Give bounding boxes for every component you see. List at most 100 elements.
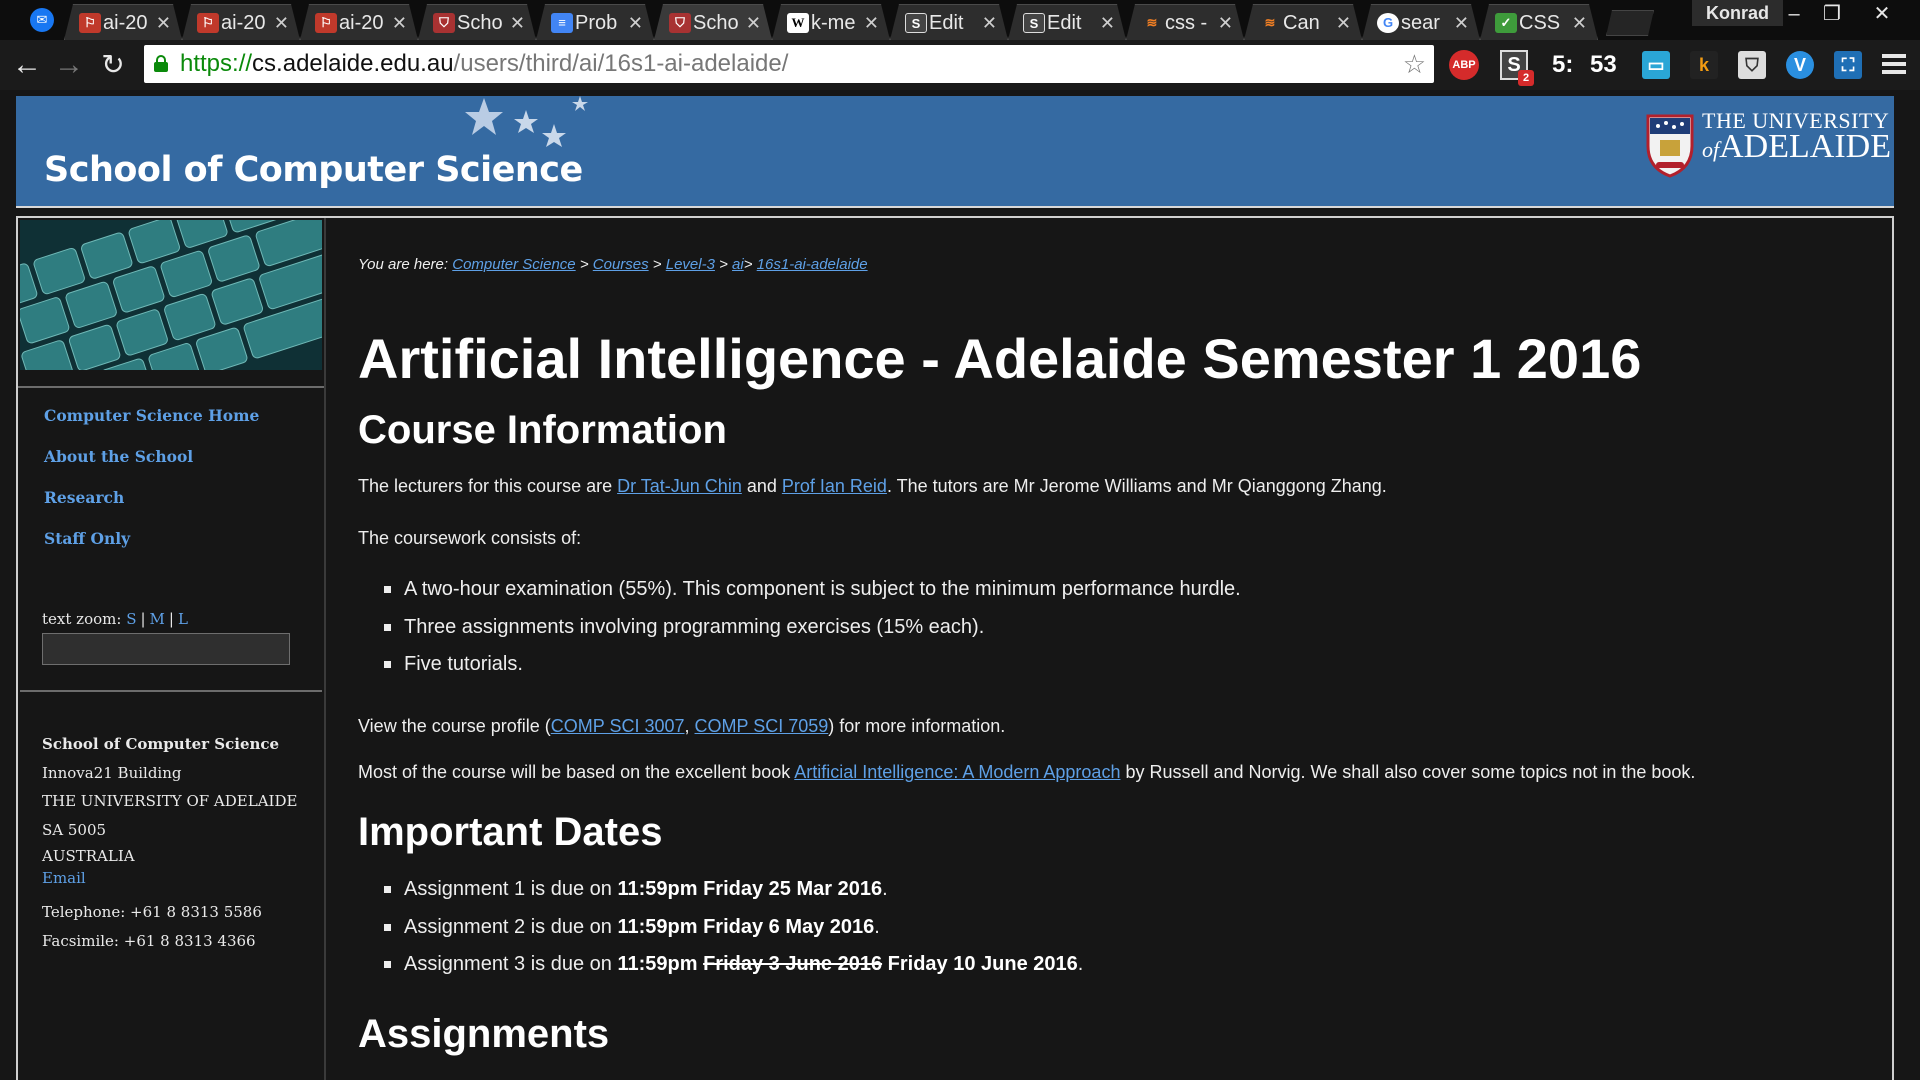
breadcrumb-current[interactable]: 16s1-ai-adelaide [757, 256, 868, 273]
book-text-after: by Russell and Norvig. We shall also cov… [1120, 762, 1696, 782]
tab-label: CSS [1519, 12, 1561, 34]
lecturer-chin-link[interactable]: Dr Tat-Jun Chin [617, 476, 742, 496]
messenger-icon[interactable]: ✉ [30, 8, 54, 32]
site-search-input[interactable] [42, 633, 290, 665]
tab-9[interactable]: S Edit ✕ [1008, 4, 1126, 40]
sidebar-item-research[interactable]: Research [44, 488, 259, 529]
stackoverflow-icon: ≋ [1264, 15, 1276, 30]
tab-5[interactable]: ≡ Prob ✕ [536, 4, 654, 40]
sidebar-divider [18, 386, 324, 388]
close-icon[interactable]: ✕ [274, 5, 289, 40]
bookmark-star-icon[interactable]: ☆ [1403, 49, 1426, 79]
url-path: /users/third/ai/16s1-ai-adelaide/ [453, 50, 789, 77]
zoom-medium-link[interactable]: M [150, 610, 165, 628]
adblock-icon[interactable]: ABP [1449, 50, 1479, 80]
tab-label: Edit [1047, 12, 1082, 34]
assignments-heading: Assignments [358, 1012, 610, 1056]
close-icon[interactable]: ✕ [1454, 5, 1469, 40]
shield-extension-icon[interactable]: ⛉ [1738, 51, 1766, 79]
close-icon[interactable]: ✕ [864, 5, 879, 40]
coursework-list: A two-hour examination (55%). This compo… [384, 576, 1241, 689]
contact-address: School of Computer Science Innova21 Buil… [42, 730, 297, 955]
tab-6-active[interactable]: ⛉ Scho ✕ [654, 4, 772, 40]
tab-2[interactable]: ⚐ ai-20 ✕ [182, 4, 300, 40]
forward-icon[interactable]: → [52, 48, 86, 82]
screenshot-extension-icon[interactable]: ⛶ [1834, 51, 1862, 79]
tab-8[interactable]: S Edit ✕ [890, 4, 1008, 40]
timer-minutes[interactable]: 5: [1552, 48, 1573, 82]
university-name-of: of [1702, 137, 1720, 162]
new-tab-button[interactable] [1606, 10, 1654, 36]
caniuse-icon: ✓ [1495, 13, 1517, 33]
close-icon[interactable]: ✕ [746, 5, 761, 40]
close-icon[interactable]: ✕ [982, 5, 997, 40]
minimize-icon[interactable]: – [1774, 0, 1814, 28]
zoom-large-link[interactable]: L [178, 610, 188, 628]
zoom-small-link[interactable]: S [126, 610, 136, 628]
aima-book-link[interactable]: Artificial Intelligence: A Modern Approa… [794, 762, 1120, 782]
breadcrumb-computer-science[interactable]: Computer Science [452, 256, 575, 273]
lock-icon [154, 55, 168, 72]
restore-icon[interactable]: ❐ [1812, 0, 1852, 28]
close-icon[interactable]: ✕ [156, 5, 171, 40]
breadcrumb-courses[interactable]: Courses [593, 256, 649, 273]
reload-icon[interactable]: ↻ [96, 48, 130, 82]
tab-12[interactable]: Gsear ✕ [1362, 4, 1480, 40]
s-extension-icon[interactable]: S2 [1500, 50, 1534, 86]
close-icon[interactable]: ✕ [1336, 5, 1351, 40]
tab-4[interactable]: ⛉ Scho ✕ [418, 4, 536, 40]
tab-11[interactable]: ≋ Can ✕ [1244, 4, 1362, 40]
window-extension-icon[interactable]: ▭ [1642, 51, 1670, 79]
date-suffix: . [1077, 953, 1084, 975]
breadcrumb-separator: > [743, 256, 753, 273]
sidebar-item-cs-home[interactable]: Computer Science Home [44, 406, 259, 447]
sidebar-item-staff-only[interactable]: Staff Only [44, 529, 259, 570]
comp-sci-3007-link[interactable]: COMP SCI 3007 [551, 716, 685, 736]
profile-text: View the course profile ( [358, 716, 551, 736]
main-content: You are here: Computer Science > Courses… [358, 218, 1878, 1080]
menu-icon[interactable] [1882, 52, 1908, 78]
s-icon: S [905, 13, 927, 33]
back-icon[interactable]: ← [10, 48, 44, 82]
tab-13[interactable]: ✓ CSS ✕ [1480, 4, 1598, 40]
v-extension-icon[interactable]: V [1786, 51, 1814, 79]
shield-icon: ⛉ [669, 13, 691, 33]
close-icon[interactable]: ✕ [392, 5, 407, 40]
close-icon[interactable]: ✕ [1218, 5, 1233, 40]
page-title: Artificial Intelligence - Adelaide Semes… [358, 327, 1642, 390]
tab-label: sear [1401, 12, 1440, 34]
close-icon[interactable]: ✕ [510, 5, 525, 40]
sidebar-item-about[interactable]: About the School [44, 447, 259, 488]
tab-7[interactable]: Wk-me ✕ [772, 4, 890, 40]
tutors-text: . The tutors are Mr Jerome Williams and … [886, 476, 1387, 496]
breadcrumb-ai[interactable]: ai [732, 256, 744, 273]
window-close-icon[interactable]: ✕ [1862, 0, 1902, 28]
tab-list: ⚐ ai-20 ✕ ⚐ ai-20 ✕ ⚐ ai-20 ✕ ⛉ Scho ✕ ≡ Prob ✕ ⛉ S… [64, 2, 1654, 40]
lecturer-reid-link[interactable]: Prof Ian Reid [782, 476, 887, 496]
address-school: School of Computer Science [42, 735, 280, 753]
tab-10[interactable]: ≋ css - ✕ [1126, 4, 1244, 40]
university-name: THE UNIVERSITY ofADELAIDE [1702, 110, 1891, 164]
k-extension-icon[interactable]: k [1690, 51, 1718, 79]
address-university: THE UNIVERSITY OF ADELAIDE [42, 792, 298, 810]
zoom-separator: | [140, 610, 146, 628]
url-text[interactable]: https://cs.adelaide.edu.au/users/third/a… [180, 45, 788, 83]
profile-comma: , [684, 716, 695, 736]
comp-sci-7059-link[interactable]: COMP SCI 7059 [695, 716, 829, 736]
university-logo[interactable]: THE UNIVERSITY ofADELAIDE [1644, 108, 1891, 188]
text-zoom-label: text zoom: [42, 610, 122, 628]
course-info-heading: Course Information [358, 408, 727, 452]
close-icon[interactable]: ✕ [1572, 5, 1587, 40]
tab-1[interactable]: ⚐ ai-20 ✕ [64, 4, 182, 40]
profile-button[interactable]: Konrad [1692, 0, 1783, 26]
zoom-separator: | [168, 610, 174, 628]
tab-label: css - [1165, 12, 1208, 34]
tab-3[interactable]: ⚐ ai-20 ✕ [300, 4, 418, 40]
address-bar[interactable]: https://cs.adelaide.edu.au/users/third/a… [144, 45, 1434, 83]
email-link[interactable]: Email [42, 868, 297, 888]
close-icon[interactable]: ✕ [628, 5, 643, 40]
close-icon[interactable]: ✕ [1100, 5, 1115, 40]
breadcrumb-separator: > [579, 256, 589, 273]
breadcrumb-level-3[interactable]: Level-3 [666, 256, 715, 273]
timer-seconds[interactable]: 53 [1590, 48, 1617, 82]
